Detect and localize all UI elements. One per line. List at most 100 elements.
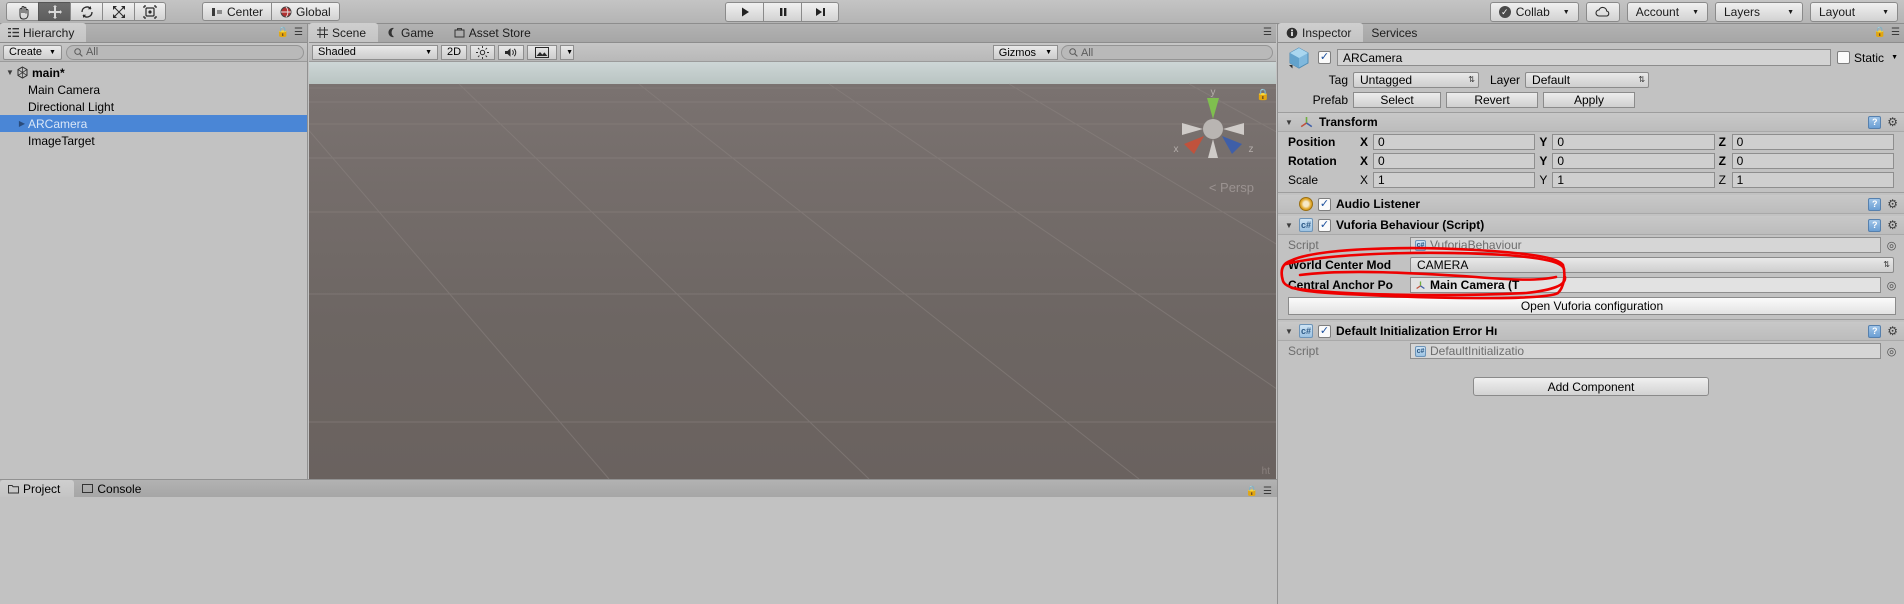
hierarchy-item-directional-light[interactable]: Directional Light bbox=[0, 98, 307, 115]
component-header-default-init-error-handler[interactable]: ▼ c# ✓ Default Initialization Error Hı ?… bbox=[1278, 322, 1904, 341]
cloud-button[interactable] bbox=[1585, 2, 1620, 22]
object-picker-icon[interactable]: ◎ bbox=[1885, 279, 1898, 292]
chevron-down-icon[interactable]: ▼ bbox=[1284, 118, 1294, 127]
scale-y-input[interactable]: 1 bbox=[1552, 171, 1715, 188]
layer-dropdown[interactable]: Default ⇅ bbox=[1525, 71, 1650, 88]
fx-toggle-button[interactable] bbox=[527, 44, 558, 60]
object-name-input[interactable]: ARCamera bbox=[1337, 49, 1832, 66]
prefab-revert-button[interactable]: Revert bbox=[1446, 91, 1538, 108]
scene-search-input[interactable]: All bbox=[1061, 45, 1273, 60]
tab-services[interactable]: Services bbox=[1363, 23, 1429, 42]
tab-project[interactable]: Project bbox=[0, 480, 75, 497]
gear-icon[interactable]: ⚙ bbox=[1887, 324, 1898, 338]
vuforia-enabled-checkbox[interactable]: ✓ bbox=[1318, 218, 1331, 232]
rotation-x-input[interactable]: 0 bbox=[1373, 152, 1536, 169]
component-header-audio-listener[interactable]: ✓ Audio Listener ? ⚙ bbox=[1278, 195, 1904, 214]
scene-viewport[interactable]: 🔒 y x z < Persp ht bbox=[309, 62, 1276, 479]
open-vuforia-configuration-button[interactable]: Open Vuforia configuration bbox=[1288, 297, 1896, 315]
default-init-script-row: Script c# DefaultInitializatio ◎ bbox=[1278, 341, 1904, 361]
tab-game[interactable]: Game bbox=[378, 23, 446, 42]
layout-button[interactable]: Layout ▼ bbox=[1810, 2, 1898, 22]
static-checkbox[interactable]: ✓ bbox=[1837, 51, 1851, 64]
position-x-input[interactable]: 0 bbox=[1373, 133, 1536, 150]
world-center-mode-dropdown[interactable]: CAMERA ⇅ bbox=[1410, 257, 1894, 273]
tab-inspector[interactable]: Inspector bbox=[1278, 23, 1364, 42]
scene-gizmos-bar: Gizmos ▼ All bbox=[992, 43, 1276, 62]
draw-mode-dropdown[interactable]: Shaded ▼ bbox=[312, 44, 438, 60]
chevron-down-icon[interactable]: ▼ bbox=[1888, 54, 1898, 61]
tab-scene[interactable]: Scene bbox=[309, 23, 379, 42]
central-anchor-point-object-field[interactable]: Main Camera (T bbox=[1410, 277, 1881, 293]
collab-button[interactable]: ✓ Collab ▼ bbox=[1489, 2, 1579, 22]
lock-icon[interactable]: 🔒 bbox=[277, 27, 289, 38]
tag-dropdown[interactable]: Untagged ⇅ bbox=[1353, 71, 1479, 88]
position-y-input[interactable]: 0 bbox=[1552, 133, 1715, 150]
tag-label: Tag bbox=[1328, 72, 1348, 87]
prefab-select-button[interactable]: Select bbox=[1353, 91, 1441, 108]
scale-z-input[interactable]: 1 bbox=[1731, 171, 1894, 188]
lighting-toggle-button[interactable] bbox=[470, 44, 496, 60]
hierarchy-item-main[interactable]: ▼ main* bbox=[0, 64, 307, 81]
fx-dropdown-button[interactable]: ▼ bbox=[560, 44, 575, 60]
step-button[interactable] bbox=[801, 2, 839, 22]
pause-button[interactable] bbox=[763, 2, 801, 22]
svg-text:z: z bbox=[1249, 144, 1254, 155]
audio-toggle-button[interactable] bbox=[498, 44, 525, 60]
scale-x-input[interactable]: 1 bbox=[1373, 171, 1536, 188]
hierarchy-search-text: All bbox=[85, 46, 99, 58]
create-button[interactable]: Create ▼ bbox=[3, 44, 62, 60]
panel-menu-icon[interactable]: ☰ bbox=[1891, 27, 1900, 38]
scale-tool-button[interactable] bbox=[102, 2, 134, 21]
help-icon[interactable]: ? bbox=[1868, 115, 1882, 129]
rotate-tool-button[interactable] bbox=[70, 2, 102, 21]
rect-tool-button[interactable] bbox=[134, 2, 166, 21]
panel-menu-icon[interactable]: ☰ bbox=[294, 27, 303, 38]
chevron-down-icon[interactable]: ▼ bbox=[1284, 327, 1294, 336]
help-icon[interactable]: ? bbox=[1868, 197, 1882, 211]
hand-tool-button[interactable] bbox=[6, 2, 38, 21]
hierarchy-item-main-camera[interactable]: Main Camera bbox=[0, 81, 307, 98]
lock-icon[interactable]: 🔒 bbox=[1874, 27, 1886, 38]
move-tool-button[interactable] bbox=[38, 2, 70, 21]
object-enabled-checkbox[interactable]: ✓ bbox=[1318, 51, 1331, 64]
hierarchy-search-input[interactable]: All bbox=[65, 44, 304, 60]
hierarchy-item-arcamera[interactable]: ▶ ARCamera bbox=[0, 115, 307, 132]
folder-icon bbox=[8, 485, 19, 494]
gear-icon[interactable]: ⚙ bbox=[1887, 115, 1898, 129]
panel-menu-icon[interactable]: ☰ bbox=[1263, 486, 1272, 497]
help-icon[interactable]: ? bbox=[1868, 218, 1882, 232]
pivot-mode-button[interactable]: Center bbox=[202, 2, 272, 21]
panel-menu-icon[interactable]: ☰ bbox=[1263, 27, 1272, 38]
gear-icon[interactable]: ⚙ bbox=[1887, 197, 1898, 211]
layers-button[interactable]: Layers ▼ bbox=[1715, 2, 1803, 22]
space-mode-button[interactable]: Global bbox=[271, 2, 340, 21]
component-header-transform[interactable]: ▼ Transform ? ⚙ bbox=[1278, 113, 1904, 132]
axis-z-label: Z bbox=[1718, 172, 1726, 187]
chevron-down-icon[interactable]: ▼ bbox=[4, 68, 16, 77]
audio-listener-enabled-checkbox[interactable]: ✓ bbox=[1318, 197, 1331, 211]
prefab-apply-button[interactable]: Apply bbox=[1543, 91, 1635, 108]
chevron-right-icon[interactable]: ▶ bbox=[16, 119, 28, 128]
gear-icon[interactable]: ⚙ bbox=[1887, 218, 1898, 232]
tab-hierarchy[interactable]: Hierarchy bbox=[0, 23, 87, 42]
help-icon[interactable]: ? bbox=[1868, 324, 1882, 338]
add-component-button[interactable]: Add Component bbox=[1473, 377, 1709, 396]
object-picker-icon[interactable]: ◎ bbox=[1885, 345, 1898, 358]
account-button[interactable]: Account ▼ bbox=[1626, 2, 1708, 22]
component-header-vuforia-behaviour[interactable]: ▼ c# ✓ Vuforia Behaviour (Script) ? ⚙ bbox=[1278, 216, 1904, 235]
scene-orientation-gizmo[interactable]: y x z bbox=[1168, 84, 1258, 174]
default-init-enabled-checkbox[interactable]: ✓ bbox=[1318, 324, 1331, 338]
rotation-z-input[interactable]: 0 bbox=[1731, 152, 1894, 169]
hierarchy-item-imagetarget[interactable]: ImageTarget bbox=[0, 132, 307, 149]
tab-asset-store[interactable]: Asset Store bbox=[446, 23, 543, 42]
tab-console[interactable]: Console bbox=[74, 480, 155, 497]
position-z-input[interactable]: 0 bbox=[1731, 133, 1894, 150]
play-button[interactable] bbox=[725, 2, 763, 22]
object-picker-icon[interactable]: ◎ bbox=[1885, 239, 1898, 252]
chevron-down-icon[interactable]: ▼ bbox=[1284, 221, 1294, 230]
gizmos-dropdown[interactable]: Gizmos ▼ bbox=[992, 45, 1058, 60]
scene-projection-label[interactable]: < Persp bbox=[1209, 180, 1254, 195]
2d-toggle-button[interactable]: 2D bbox=[441, 44, 468, 60]
rotation-y-input[interactable]: 0 bbox=[1552, 152, 1715, 169]
lock-icon[interactable]: 🔒 bbox=[1246, 486, 1258, 497]
